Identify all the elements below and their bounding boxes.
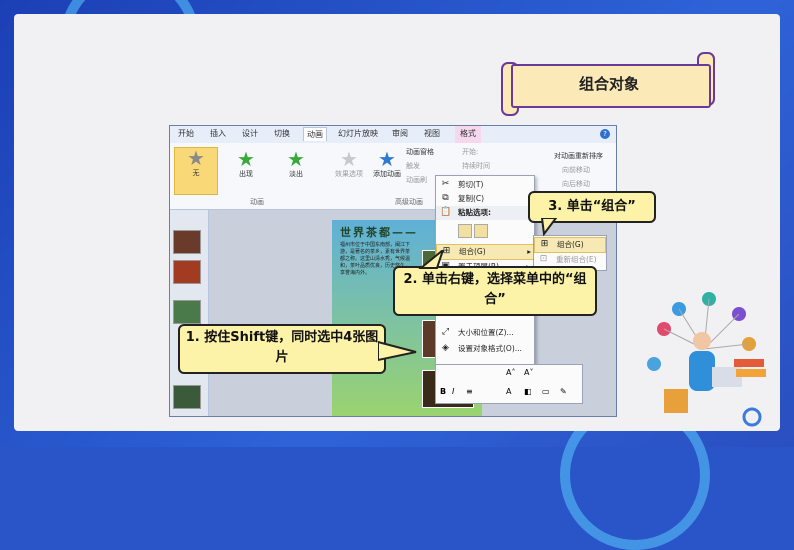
- submenu-item-regroup[interactable]: ⊡ 重新组合(E): [534, 253, 604, 267]
- animation-pane-button[interactable]: 动画窗格: [406, 147, 434, 157]
- anim-none-button[interactable]: ★ 无: [174, 147, 218, 195]
- slide-thumbnails[interactable]: [170, 210, 209, 416]
- paste-icon: 📋: [440, 207, 452, 217]
- banner-title: 组合对象: [578, 75, 639, 93]
- title-banner: 组合对象: [501, 52, 715, 116]
- move-earlier-button[interactable]: 向前移动: [562, 165, 590, 175]
- menu-item-copy[interactable]: ⧉ 复制(C): [436, 192, 534, 206]
- star-icon: ★: [237, 147, 255, 171]
- outline-icon[interactable]: ▭: [542, 387, 550, 396]
- paste-option-icon[interactable]: [474, 224, 488, 238]
- painter-icon[interactable]: ✎: [560, 387, 567, 396]
- copy-icon: ⧉: [442, 193, 449, 203]
- animation-painter-button[interactable]: 动画刷: [406, 175, 427, 185]
- align-icon[interactable]: ≡: [466, 387, 473, 396]
- tab-animations[interactable]: 动画: [303, 127, 327, 141]
- trigger-button[interactable]: 触发: [406, 161, 420, 171]
- menu-item-format-object[interactable]: ◈ 设置对象格式(O)...: [436, 342, 534, 356]
- slide-thumbnail[interactable]: [173, 230, 201, 254]
- fill-color-icon[interactable]: ◧: [524, 387, 532, 396]
- add-star-icon: ★: [378, 147, 396, 171]
- effect-options-button[interactable]: ★ 效果选项: [330, 149, 368, 179]
- italic-button[interactable]: I: [452, 387, 454, 396]
- tab-transitions[interactable]: 切换: [274, 128, 290, 139]
- submenu-item-group[interactable]: ⊞ 组合(G): [534, 237, 606, 253]
- paste-options: [436, 222, 534, 240]
- slide-thumbnail[interactable]: [173, 300, 201, 324]
- format-icon: ◈: [442, 343, 449, 353]
- add-animation-button[interactable]: ★ 添加动画: [370, 149, 404, 179]
- menu-paste-header: 📋 粘贴选项:: [436, 206, 534, 220]
- group-icon: ⊞: [540, 239, 549, 249]
- scissors-icon: ✂: [441, 179, 450, 189]
- font-color-icon[interactable]: A: [506, 387, 511, 396]
- callout-pointer: [540, 218, 558, 236]
- reorder-label: 对动画重新排序: [554, 152, 603, 160]
- paste-option-icon[interactable]: [458, 224, 472, 238]
- font-shrink-icon[interactable]: A˅: [524, 368, 533, 377]
- anim-fade-button[interactable]: ★ 淡出: [276, 149, 316, 179]
- menu-item-group[interactable]: ⊞ 组合(G) ▸: [436, 244, 536, 260]
- font-grow-icon[interactable]: A˄: [506, 368, 515, 377]
- move-later-button[interactable]: 向后移动: [562, 179, 590, 189]
- callout-step1: 1. 按住Shift键，同时选中4张图片: [178, 324, 386, 374]
- callout-pointer: [418, 250, 445, 269]
- callout-step2: 2. 单击右键，选择菜单中的“组合”: [393, 266, 597, 316]
- tab-design[interactable]: 设计: [242, 128, 258, 139]
- tab-home[interactable]: 开始: [178, 128, 194, 139]
- anim-appear-button[interactable]: ★ 出现: [226, 149, 266, 179]
- network-person-illustration: [647, 292, 766, 427]
- slide-thumbnail[interactable]: [173, 385, 201, 409]
- star-icon: ★: [287, 147, 305, 171]
- group-label-animation: 动画: [250, 198, 264, 206]
- duration-label: 持续时间: [462, 162, 490, 170]
- menu-item-cut[interactable]: ✂ 剪切(T): [436, 178, 534, 192]
- tab-view[interactable]: 视图: [424, 128, 440, 139]
- tab-slideshow[interactable]: 幻灯片放映: [338, 128, 378, 139]
- bold-button[interactable]: B: [440, 387, 446, 396]
- start-label: 开始:: [462, 148, 479, 156]
- callout-pointer: [378, 340, 417, 362]
- ribbon-tabs: 开始 插入 设计 切换 动画 幻灯片放映 审阅 视图 格式 ?: [170, 126, 616, 146]
- chevron-right-icon: ▸: [527, 247, 531, 256]
- mini-toolbar: A˄ A˅ B I ≡ A ◧ ▭ ✎: [435, 364, 583, 404]
- regroup-icon: ⊡: [539, 254, 548, 264]
- group-label-advanced: 高级动画: [395, 198, 423, 206]
- tab-insert[interactable]: 插入: [210, 128, 226, 139]
- help-icon[interactable]: ?: [600, 129, 610, 139]
- page-title: 世界茶都——: [340, 226, 418, 239]
- menu-item-size-position[interactable]: ⤢ 大小和位置(Z)...: [436, 326, 534, 340]
- star-icon: ★: [340, 147, 358, 171]
- slide-thumbnail[interactable]: [173, 260, 201, 284]
- tab-review[interactable]: 审阅: [392, 128, 408, 139]
- size-icon: ⤢: [441, 327, 450, 337]
- star-icon: ★: [187, 146, 205, 170]
